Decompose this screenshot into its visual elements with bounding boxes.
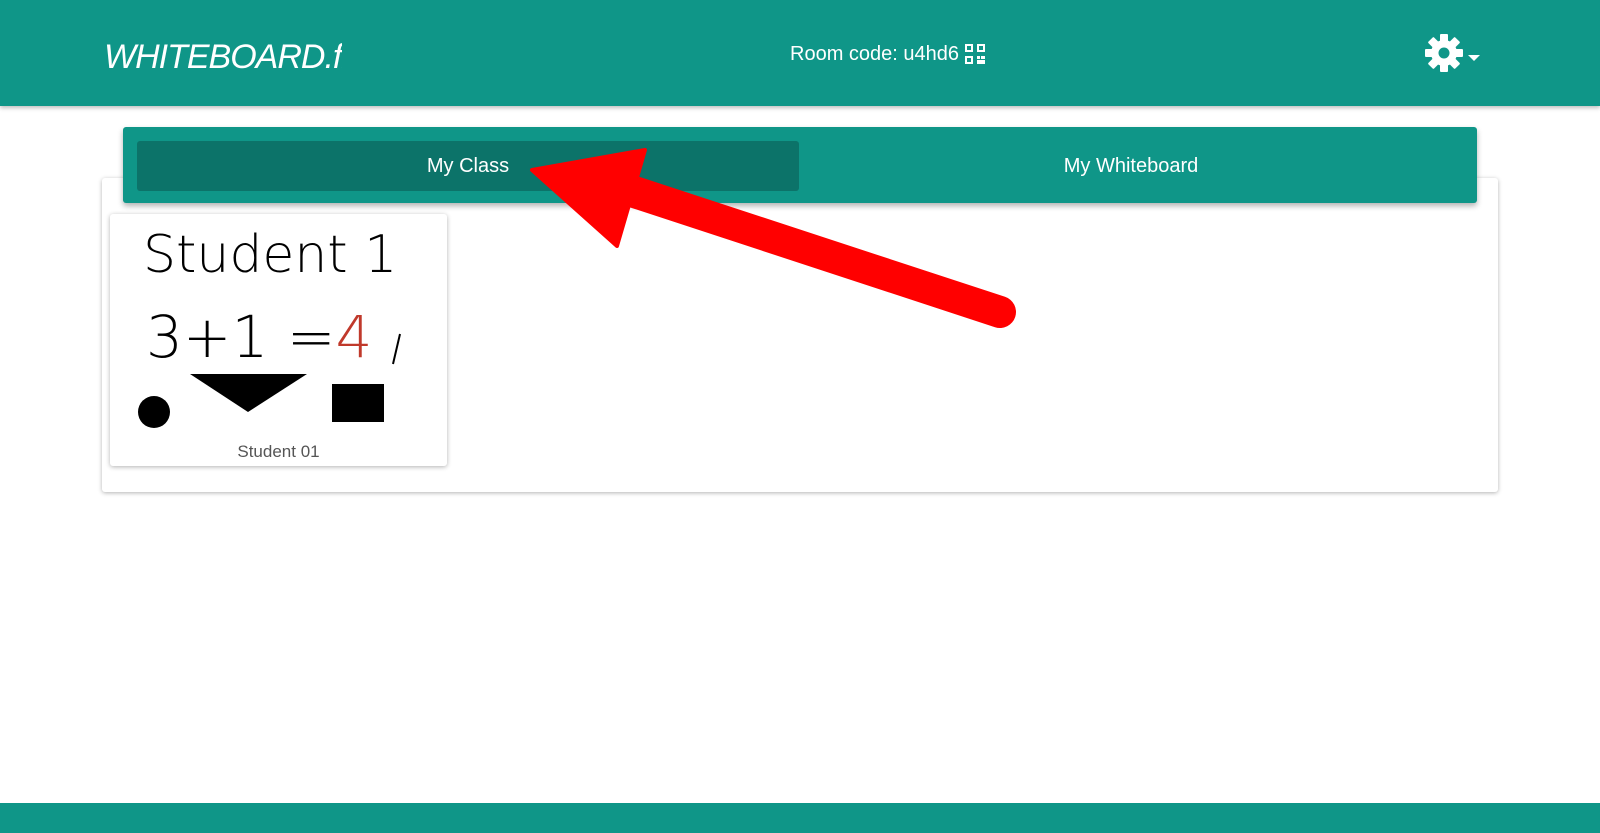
logo-text: WHITEBOARD.fi — [104, 38, 342, 76]
board-handwriting-line2: 3+1 =4 — [146, 303, 372, 371]
tab-my-class[interactable]: My Class — [137, 141, 799, 191]
room-code-label: Room code: u4hd6 — [790, 42, 960, 65]
board-answer-text: 4 — [335, 303, 372, 371]
chevron-down-icon — [1468, 55, 1480, 61]
qr-code-icon[interactable] — [965, 44, 986, 64]
board-equation-text: 3+1 = — [146, 303, 335, 371]
room-code[interactable]: Room code: u4hd6 — [790, 38, 986, 70]
board-stroke — [392, 333, 401, 365]
board-circle-shape — [138, 396, 170, 428]
board-triangle-shape — [190, 374, 307, 412]
student-name: Student 01 — [237, 442, 320, 461]
settings-menu-button[interactable] — [1424, 30, 1492, 76]
student-board-thumbnail: Student 1 3+1 =4 — [138, 225, 401, 428]
board-handwriting-line1: Student 1 — [143, 225, 397, 285]
bottom-bar — [0, 803, 1600, 833]
student-board-card[interactable]: Student 1 3+1 =4 Student 01 — [110, 214, 447, 466]
tab-label: My Whiteboard — [1063, 154, 1199, 177]
top-app-bar: WHITEBOARD.fi Room code: u4hd6 — [0, 0, 1600, 106]
board-square-shape — [332, 384, 384, 422]
tab-my-whiteboard[interactable]: My Whiteboard — [800, 141, 1462, 191]
tab-label: My Class — [426, 154, 510, 177]
gear-icon — [1425, 34, 1463, 72]
whiteboard-logo[interactable]: WHITEBOARD.fi — [102, 30, 342, 80]
view-tabs: My Class My Whiteboard — [123, 127, 1477, 203]
